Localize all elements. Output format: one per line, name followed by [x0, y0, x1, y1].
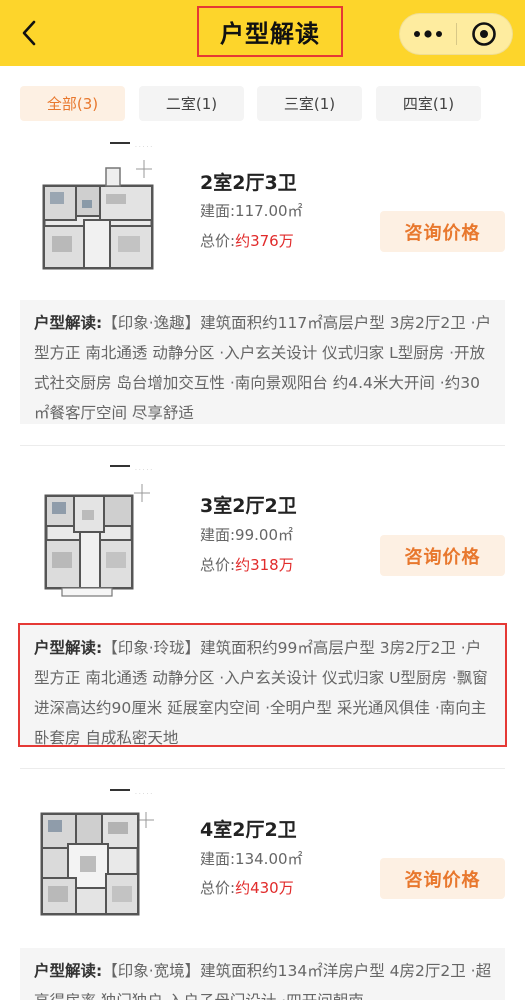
- floor-plan-image[interactable]: [22, 798, 157, 930]
- tab-all[interactable]: 全部(3): [20, 86, 125, 121]
- price-label: 总价:: [200, 232, 236, 250]
- top-nav-bar: 户型解读: [0, 0, 525, 66]
- page-title: 户型解读: [220, 20, 320, 48]
- floor-plan-image[interactable]: [22, 150, 157, 282]
- unit-description: 户型解读:【印象·宽境】建筑面积约134㎡洋房户型 4房2厅2卫 ·超高得房率 …: [20, 948, 505, 1000]
- filter-tabs: 全部(3) 二室(1) 三室(1) 四室(1): [0, 66, 525, 132]
- desc-text: 【印象·宽境】建筑面积约134㎡洋房户型 4房2厅2卫 ·超高得房率 独门独户 …: [34, 962, 492, 1000]
- unit-description: 户型解读:【印象·玲珑】建筑面积约99㎡高层户型 3房2厅2卫 ·户型方正 南北…: [18, 623, 507, 747]
- desc-label: 户型解读:: [34, 314, 103, 332]
- unit-description: 户型解读:【印象·逸趣】建筑面积约117㎡高层户型 3房2厅2卫 ·户型方正 南…: [20, 300, 505, 424]
- price-label: 总价:: [200, 556, 236, 574]
- floor-plan-image[interactable]: [22, 474, 157, 606]
- unit-area: 建面:134.00㎡: [200, 850, 303, 868]
- more-dots-icon: [414, 30, 442, 38]
- card-divider: [20, 445, 505, 446]
- price-value: 约430万: [235, 879, 294, 897]
- price-value: 约376万: [235, 232, 294, 250]
- desc-text: 【印象·逸趣】建筑面积约117㎡高层户型 3房2厅2卫 ·户型方正 南北通透 动…: [34, 314, 492, 422]
- plan-scale-mark: [110, 465, 130, 467]
- plan-watermark: · · · · ·: [135, 791, 153, 798]
- back-button[interactable]: [14, 16, 44, 50]
- plan-scale-mark: [110, 142, 130, 144]
- chevron-left-icon: [22, 20, 36, 46]
- target-close-icon: [472, 22, 497, 46]
- tab-four-rooms[interactable]: 四室(1): [376, 86, 481, 121]
- consult-price-button[interactable]: 咨询价格: [380, 535, 505, 576]
- plan-scale-mark: [110, 789, 130, 791]
- desc-text: 【印象·玲珑】建筑面积约99㎡高层户型 3房2厅2卫 ·户型方正 南北通透 动静…: [34, 639, 488, 747]
- plan-watermark: · · · · ·: [135, 144, 153, 151]
- unit-area: 建面:99.00㎡: [200, 526, 293, 544]
- unit-area: 建面:117.00㎡: [200, 202, 303, 220]
- unit-title: 3室2厅2卫: [200, 495, 297, 517]
- plan-watermark: · · · · ·: [135, 467, 153, 474]
- unit-price: 总价:约376万: [200, 230, 294, 251]
- desc-label: 户型解读:: [34, 639, 103, 657]
- consult-price-button[interactable]: 咨询价格: [380, 211, 505, 252]
- unit-price: 总价:约430万: [200, 877, 294, 898]
- tab-two-rooms[interactable]: 二室(1): [139, 86, 244, 121]
- unit-title: 4室2厅2卫: [200, 819, 297, 841]
- unit-title: 2室2厅3卫: [200, 172, 297, 194]
- unit-price: 总价:约318万: [200, 554, 294, 575]
- miniprogram-capsule: [399, 13, 513, 55]
- card-divider: [20, 768, 505, 769]
- desc-label: 户型解读:: [34, 962, 103, 980]
- price-value: 约318万: [235, 556, 294, 574]
- tab-three-rooms[interactable]: 三室(1): [257, 86, 362, 121]
- consult-price-button[interactable]: 咨询价格: [380, 858, 505, 899]
- price-label: 总价:: [200, 879, 236, 897]
- page-title-box: 户型解读: [197, 6, 343, 57]
- more-button[interactable]: [400, 13, 456, 55]
- close-button[interactable]: [457, 13, 512, 55]
